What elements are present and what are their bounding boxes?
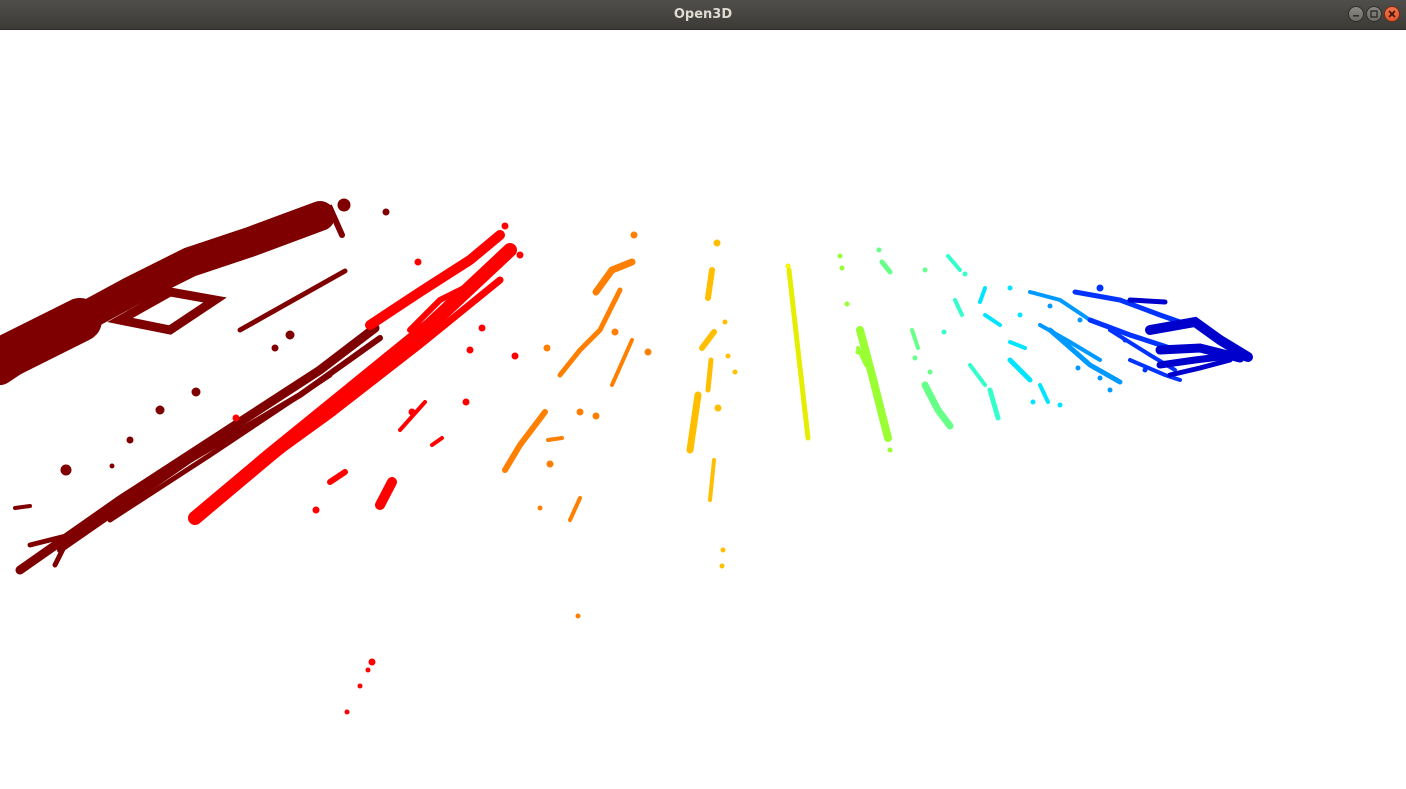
point-cloud-render bbox=[0, 198, 1253, 715]
maximize-button[interactable] bbox=[1366, 6, 1382, 22]
point-band-amber bbox=[686, 239, 738, 569]
point-band-green bbox=[876, 247, 954, 430]
point-band-lightgreen bbox=[837, 253, 893, 453]
window-title: Open3D bbox=[673, 7, 733, 22]
point-cloud-viewport[interactable] bbox=[0, 30, 1406, 789]
close-icon bbox=[1388, 10, 1396, 18]
close-button[interactable] bbox=[1384, 6, 1400, 22]
open3d-window: Open3D bbox=[0, 0, 1406, 789]
minimize-icon bbox=[1353, 15, 1359, 17]
maximize-icon bbox=[1370, 10, 1378, 18]
window-controls bbox=[1348, 6, 1400, 24]
title-bar[interactable]: Open3D bbox=[0, 0, 1406, 30]
minimize-button[interactable] bbox=[1348, 6, 1364, 22]
point-band-lightblue bbox=[1028, 290, 1123, 393]
point-band-aqua bbox=[941, 254, 1001, 421]
point-band-orange bbox=[502, 231, 652, 619]
point-band-yellow bbox=[785, 263, 811, 441]
point-band-red bbox=[188, 222, 524, 715]
